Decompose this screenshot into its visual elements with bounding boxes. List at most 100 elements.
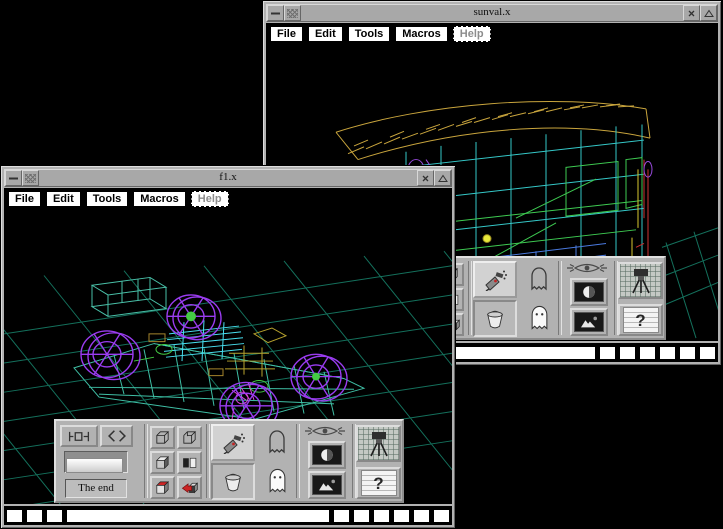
render-scene-button[interactable] — [308, 471, 346, 499]
cube-wire-icon — [154, 429, 171, 446]
frame-cell[interactable] — [434, 510, 449, 522]
close-icon — [421, 174, 430, 183]
ghost-solid-button[interactable] — [262, 464, 292, 498]
tool-panel: The end — [54, 419, 404, 503]
menubar: File Edit Tools Macros Help — [270, 26, 491, 42]
render-preview-button[interactable] — [308, 441, 346, 469]
iconify-hatch-icon — [287, 9, 298, 18]
titlebar[interactable]: f1.x — [4, 169, 452, 187]
prev-next-button[interactable] — [100, 425, 133, 447]
close-button[interactable] — [417, 170, 434, 186]
maximize-button[interactable] — [700, 5, 717, 21]
airbrush-button[interactable] — [473, 261, 517, 298]
bucket-button[interactable] — [473, 300, 517, 337]
maximize-icon — [438, 174, 448, 183]
yellow-sphere — [483, 235, 491, 243]
airbrush-icon — [483, 269, 507, 291]
frame-cell[interactable] — [620, 347, 635, 359]
paint-tool-column — [473, 261, 517, 337]
frame-bar[interactable] — [67, 510, 329, 522]
iconify-button[interactable] — [22, 170, 39, 186]
question-icon: ? — [361, 470, 397, 496]
iconify-button[interactable] — [284, 5, 301, 21]
frame-cell[interactable] — [640, 347, 655, 359]
question-button[interactable]: ? — [356, 467, 401, 499]
keyframes-button[interactable] — [60, 425, 98, 447]
open-cube-button[interactable] — [177, 426, 202, 449]
menu-macros[interactable]: Macros — [133, 191, 186, 207]
frame-cell[interactable] — [354, 510, 369, 522]
menubar: File Edit Tools Macros Help — [8, 191, 229, 207]
keyframes-icon — [66, 429, 92, 444]
toolbar-separator — [144, 424, 148, 498]
close-button[interactable] — [683, 5, 700, 21]
menu-edit[interactable]: Edit — [46, 191, 81, 207]
airbrush-icon — [221, 432, 245, 454]
window-menu-icon — [270, 9, 281, 18]
frame-cell[interactable] — [7, 510, 22, 522]
camera-tripod-icon — [363, 430, 395, 458]
menu-file[interactable]: File — [8, 191, 41, 207]
menu-tools[interactable]: Tools — [348, 26, 391, 42]
ghost-solid-icon — [529, 304, 550, 332]
window-title: f1.x — [39, 170, 417, 186]
maximize-icon — [704, 9, 714, 18]
wireframe-cube-button[interactable] — [150, 426, 175, 449]
window-menu-button[interactable] — [5, 170, 22, 186]
menu-tools[interactable]: Tools — [86, 191, 129, 207]
frame-cell[interactable] — [27, 510, 42, 522]
red-face-cube-button[interactable] — [150, 476, 175, 499]
red-arrow-cube-button[interactable] — [177, 476, 202, 499]
menu-edit[interactable]: Edit — [308, 26, 343, 42]
animation-status-box: The end — [65, 479, 127, 498]
render-cone-icon — [574, 282, 604, 302]
desktop: sunval.x — [0, 0, 723, 529]
cube-open-icon — [181, 429, 198, 446]
question-button[interactable]: ? — [618, 304, 663, 336]
cube-solid-icon — [154, 454, 171, 471]
split-cube-button[interactable] — [177, 451, 202, 474]
bucket-icon — [222, 472, 244, 492]
timeline-bar-button[interactable] — [66, 458, 123, 473]
menu-help[interactable]: Help — [453, 26, 491, 42]
toolbar-separator — [206, 424, 210, 498]
paint-tool-column — [211, 424, 255, 500]
viewport-f1[interactable]: File Edit Tools Macros Help The end — [4, 188, 452, 504]
menu-help[interactable]: Help — [191, 191, 229, 207]
render-mountain-icon — [312, 475, 342, 495]
close-icon — [687, 9, 696, 18]
question-icon: ? — [623, 307, 659, 333]
maximize-button[interactable] — [434, 170, 451, 186]
frame-cell[interactable] — [700, 347, 715, 359]
frame-cell[interactable] — [394, 510, 409, 522]
ghost-outline-button[interactable] — [524, 263, 554, 295]
titlebar[interactable]: sunval.x — [266, 4, 718, 22]
timeline-slot — [64, 451, 128, 473]
frame-cell[interactable] — [414, 510, 429, 522]
render-preview-button[interactable] — [570, 278, 608, 306]
frame-cell[interactable] — [680, 347, 695, 359]
frame-cell[interactable] — [600, 347, 615, 359]
window-menu-button[interactable] — [267, 5, 284, 21]
cube-red-top-icon — [154, 479, 171, 496]
iconify-hatch-icon — [25, 174, 36, 183]
solid-cube-button[interactable] — [150, 451, 175, 474]
frame-cell[interactable] — [47, 510, 62, 522]
camera-tripod-button[interactable] — [618, 262, 663, 299]
render-cone-icon — [312, 445, 342, 465]
ghost-outline-icon — [267, 429, 287, 455]
menu-macros[interactable]: Macros — [395, 26, 448, 42]
bucket-button[interactable] — [211, 463, 255, 500]
ghost-outline-button[interactable] — [262, 426, 292, 458]
render-mountain-icon — [574, 312, 604, 332]
camera-tripod-button[interactable] — [356, 425, 401, 462]
render-scene-button[interactable] — [570, 308, 608, 336]
airbrush-button[interactable] — [211, 424, 255, 461]
frame-cell[interactable] — [660, 347, 675, 359]
window-menu-icon — [8, 174, 19, 183]
frame-cell[interactable] — [374, 510, 389, 522]
frame-cell[interactable] — [334, 510, 349, 522]
menu-file[interactable]: File — [270, 26, 303, 42]
ghost-solid-button[interactable] — [524, 301, 554, 335]
ghost-outline-icon — [529, 266, 549, 292]
